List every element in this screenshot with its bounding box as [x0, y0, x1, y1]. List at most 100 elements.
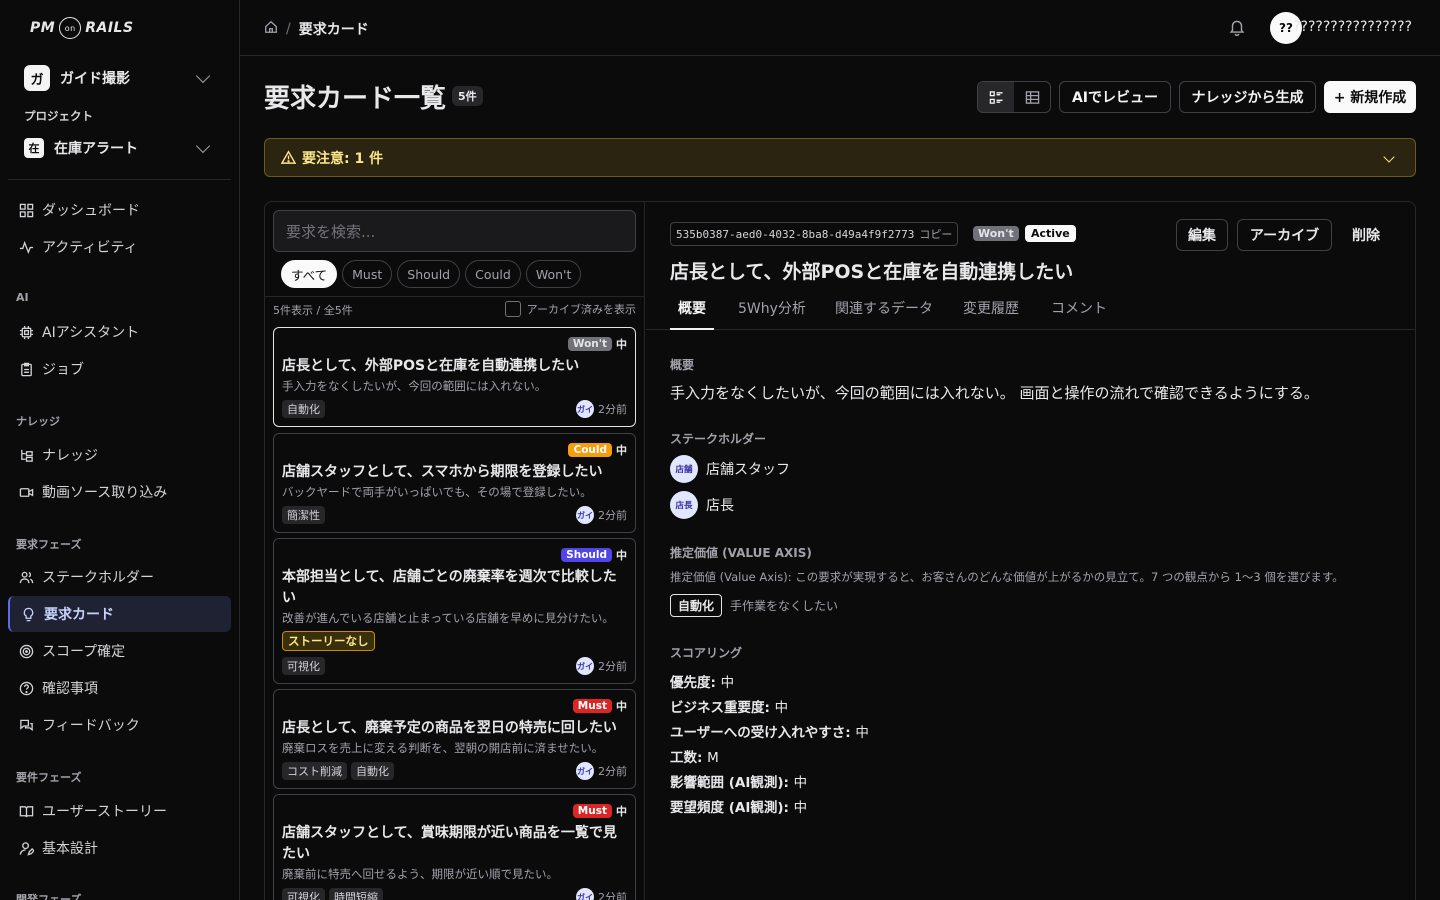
- logo-text-mid: on: [59, 17, 82, 39]
- sidebar-item-basic-design[interactable]: 基本設計: [8, 830, 231, 866]
- project-selector[interactable]: 在 在庫アラート: [16, 132, 224, 164]
- list-count: 5件表示 / 全5件: [273, 304, 353, 317]
- sidebar-item-knowledge[interactable]: ナレッジ: [8, 437, 231, 473]
- score-acceptance: ユーザーへの受け入れやすさ: 中: [670, 721, 869, 741]
- tab-history[interactable]: 変更履歴: [963, 298, 1019, 330]
- priority-badge-group: Should 中: [561, 547, 627, 563]
- count-badge: 5件: [452, 86, 483, 106]
- card-footer: 自動化 ガイ 2分前: [282, 400, 627, 418]
- user-name[interactable]: ????????????????: [1293, 19, 1412, 35]
- filter-could[interactable]: Could: [465, 260, 521, 288]
- sidebar: PM on RAILS ガ ガイド撮影 プロジェクト 在 在庫アラート ダッシュ…: [0, 0, 240, 900]
- id-copy-box[interactable]: 535b0387-aed0-4032-8ba8-d49a4f9f2773 コピー: [670, 222, 959, 246]
- filter-should[interactable]: Should: [397, 260, 461, 288]
- scoring-label: スコアリング: [670, 646, 743, 660]
- sidebar-item-label: 基本設計: [42, 841, 98, 857]
- list-view-icon[interactable]: [978, 82, 1014, 112]
- sidebar-item-feedback[interactable]: フィードバック: [8, 707, 231, 743]
- tab-5why[interactable]: 5Why分析: [738, 298, 806, 330]
- stakeholder-item[interactable]: 店長 店長: [670, 491, 734, 519]
- logo-text-right: RAILS: [85, 20, 134, 36]
- sidebar-item-ai-assistant[interactable]: AIアシスタント: [8, 314, 231, 350]
- sidebar-item-activity[interactable]: アクティビティ: [8, 229, 231, 265]
- bell-icon[interactable]: [1228, 18, 1246, 40]
- logo-text-left: PM: [30, 20, 56, 36]
- show-archived-toggle[interactable]: アーカイブ済みを表示: [504, 301, 636, 317]
- warning-banner[interactable]: 要注意: 1 件: [264, 138, 1416, 177]
- card-description: バックヤードで両手がいっぱいでも、その場で登録したい。: [282, 485, 592, 499]
- filter-wont[interactable]: Won't: [525, 260, 582, 288]
- card-description: 手入力をなくしたいが、今回の範囲には入れない。: [282, 379, 547, 393]
- score-value: M: [707, 750, 719, 766]
- sidebar-item-dashboard[interactable]: ダッシュボード: [8, 192, 231, 228]
- generate-from-knowledge-button[interactable]: ナレッジから生成: [1179, 81, 1316, 113]
- lightbulb-icon: [20, 606, 36, 622]
- tab-overview[interactable]: 概要: [670, 298, 714, 330]
- sidebar-item-user-story[interactable]: ユーザーストーリー: [8, 793, 231, 829]
- list-divider: [265, 296, 645, 297]
- card-description: 廃棄ロスを売上に変える判断を、翌朝の開店前に済ませたい。: [282, 741, 604, 755]
- stakeholder-item[interactable]: 店舗 店舗スタッフ: [670, 455, 790, 483]
- topbar: / 要求カード ?? ????????????????: [240, 0, 1440, 56]
- card-title: 店長として、外部POSと在庫を自動連携したい: [282, 358, 580, 374]
- value-axis-tag: 自動化: [670, 594, 723, 617]
- sidebar-divider: [8, 179, 231, 180]
- sidebar-item-scope[interactable]: スコープ確定: [8, 633, 231, 669]
- sidebar-item-confirm[interactable]: 確認事項: [8, 670, 231, 706]
- list-item[interactable]: Could 中 店舗スタッフとして、スマホから期限を登録したい バックヤードで両…: [273, 433, 636, 533]
- score-key: 要望頻度 (AI観測):: [670, 800, 789, 816]
- status-badge-priority: Won't: [973, 226, 1019, 241]
- priority-badge-group: Won't 中: [567, 336, 627, 352]
- card-tag: 簡潔性: [282, 506, 325, 524]
- summary-label: 概要: [670, 358, 695, 372]
- card-tag: コスト削減: [282, 762, 347, 780]
- card-time: 2分前: [598, 765, 627, 778]
- user-pen-icon: [18, 840, 34, 856]
- filter-must[interactable]: Must: [342, 260, 393, 288]
- card-list-column: 要求を検索... すべて Must Should Could Won't 5件表…: [265, 202, 645, 900]
- score-business: ビジネス重要度: 中: [670, 696, 788, 716]
- priority-badge-group: Must 中: [572, 803, 627, 819]
- stakeholder-name: 店長: [706, 498, 734, 514]
- app-logo[interactable]: PM on RAILS: [30, 14, 134, 42]
- priority-badge-group: Must 中: [572, 698, 627, 714]
- search-input[interactable]: 要求を検索...: [273, 210, 636, 252]
- stakeholder-avatar: 店長: [670, 491, 698, 519]
- sidebar-item-stakeholders[interactable]: ステークホルダー: [8, 559, 231, 595]
- tab-comments[interactable]: コメント: [1051, 298, 1107, 330]
- tab-related-data[interactable]: 関連するデータ: [835, 298, 933, 330]
- delete-button[interactable]: 削除: [1339, 219, 1393, 251]
- sidebar-item-requirement-cards[interactable]: 要求カード: [8, 596, 231, 632]
- sidebar-item-label: ナレッジ: [42, 448, 98, 464]
- list-item[interactable]: Must 中 店長として、廃棄予定の商品を翌日の特売に回したい 廃棄ロスを売上に…: [273, 689, 636, 789]
- sidebar-item-jobs[interactable]: ジョブ: [8, 351, 231, 387]
- detail-pane: 535b0387-aed0-4032-8ba8-d49a4f9f2773 コピー…: [646, 202, 1415, 900]
- author-avatar: ガイ: [576, 657, 594, 675]
- table-view-icon[interactable]: [1014, 82, 1050, 112]
- card-footer: 簡潔性 ガイ 2分前: [282, 506, 627, 524]
- project-avatar: 在: [24, 138, 44, 158]
- detail-tabs: 概要 5Why分析 関連するデータ 変更履歴 コメント: [646, 298, 1415, 330]
- list-item[interactable]: Should 中 本部担当として、店舗ごとの廃棄率を週次で比較したい 改善が進ん…: [273, 538, 636, 684]
- summary-text: 手入力をなくしたいが、今回の範囲には入れない。 画面と操作の流れで確認できるよう…: [670, 384, 1319, 402]
- edit-button[interactable]: 編集: [1176, 219, 1228, 251]
- new-card-button[interactable]: + 新規作成: [1324, 81, 1416, 113]
- workspace-name: ガイド撮影: [60, 71, 130, 87]
- home-icon[interactable]: [264, 20, 278, 38]
- list-item[interactable]: Must 中 店舗スタッフとして、賞味期限が近い商品を一覧で見たい 廃棄前に特売…: [273, 794, 636, 900]
- author-avatar: ガイ: [576, 762, 594, 780]
- list-item[interactable]: Won't 中 店長として、外部POSと在庫を自動連携したい 手入力をなくしたい…: [273, 327, 636, 427]
- target-icon: [18, 643, 34, 659]
- ai-review-button[interactable]: AIでレビュー: [1059, 81, 1171, 113]
- sidebar-item-video-import[interactable]: 動画ソース取り込み: [8, 474, 231, 510]
- workspace-selector[interactable]: ガ ガイド撮影: [16, 60, 224, 96]
- card-footer: 可視化 ガイ 2分前: [282, 657, 627, 675]
- score-key: 工数:: [670, 750, 703, 766]
- archive-button[interactable]: アーカイブ: [1237, 219, 1332, 251]
- cpu-icon: [18, 324, 34, 340]
- copy-button[interactable]: コピー: [919, 226, 952, 242]
- sidebar-item-label: スコープ確定: [42, 644, 126, 660]
- filter-all[interactable]: すべて: [281, 260, 338, 288]
- sidebar-item-label: ジョブ: [42, 362, 84, 378]
- archived-checkbox[interactable]: [504, 301, 521, 317]
